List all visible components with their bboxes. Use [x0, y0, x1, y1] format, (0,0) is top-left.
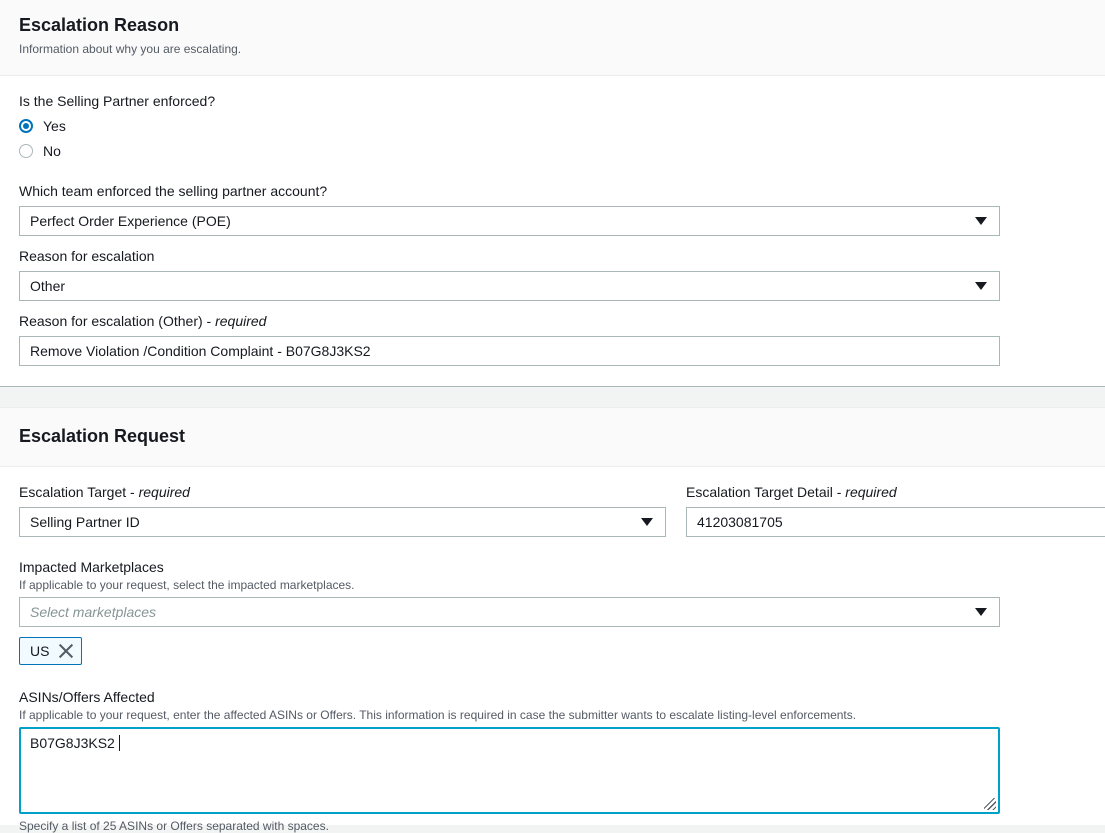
marketplaces-placeholder: Select marketplaces — [30, 604, 157, 620]
radio-option-no[interactable]: No — [19, 141, 61, 161]
target-detail-label-text: Escalation Target Detail — [686, 484, 833, 500]
marketplace-token-label: US — [30, 643, 50, 659]
escalation-request-header: Escalation Request — [0, 408, 1105, 467]
radio-yes-button[interactable] — [19, 119, 33, 133]
target-detail-label: Escalation Target Detail - required — [686, 484, 897, 500]
target-detail-input[interactable]: 41203081705 — [686, 507, 1105, 537]
resize-handle-icon[interactable] — [984, 798, 996, 810]
target-select-value: Selling Partner ID — [30, 514, 140, 530]
caret-down-icon — [975, 282, 987, 290]
required-marker: required — [845, 484, 897, 500]
required-marker: required — [138, 484, 190, 500]
marketplaces-hint: If applicable to your request, select th… — [19, 578, 355, 592]
enforced-question-label: Is the Selling Partner enforced? — [19, 93, 216, 109]
asins-textarea[interactable]: B07G8J3KS2 — [19, 727, 1000, 814]
radio-option-yes[interactable]: Yes — [19, 116, 66, 136]
escalation-reason-description: Information about why you are escalating… — [19, 42, 242, 56]
required-marker: required — [215, 313, 267, 329]
reason-label: Reason for escalation — [19, 248, 155, 264]
caret-down-icon — [975, 217, 987, 225]
target-detail-input-value: 41203081705 — [697, 514, 783, 530]
marketplaces-multiselect[interactable]: Select marketplaces — [19, 597, 1000, 627]
marketplace-token-us: US — [19, 637, 83, 665]
caret-down-icon — [641, 518, 653, 526]
asins-label: ASINs/Offers Affected — [19, 689, 155, 705]
team-select-value: Perfect Order Experience (POE) — [30, 213, 231, 229]
escalation-reason-title: Escalation Reason — [19, 15, 180, 35]
escalation-request-panel: Escalation Request Escalation Target - r… — [0, 407, 1105, 833]
marketplaces-label: Impacted Marketplaces — [19, 559, 164, 575]
reason-other-label: Reason for escalation (Other) - required — [19, 313, 267, 329]
caret-down-icon — [975, 608, 987, 616]
reason-other-input[interactable]: Remove Violation /Condition Complaint - … — [19, 336, 1000, 366]
reason-other-input-value: Remove Violation /Condition Complaint - … — [30, 343, 371, 359]
escalation-reason-header: Escalation Reason Information about why … — [0, 0, 1105, 76]
target-label-text: Escalation Target — [19, 484, 127, 500]
reason-select-value: Other — [30, 278, 66, 294]
asins-textarea-value: B07G8J3KS2 — [30, 735, 115, 751]
escalation-request-title: Escalation Request — [19, 426, 186, 446]
team-select[interactable]: Perfect Order Experience (POE) — [19, 206, 1000, 236]
asins-footer-hint: Specify a list of 25 ASINs or Offers sep… — [19, 819, 329, 833]
radio-no-button[interactable] — [19, 144, 33, 158]
reason-select[interactable]: Other — [19, 271, 1000, 301]
team-label: Which team enforced the selling partner … — [19, 183, 328, 199]
radio-no-label: No — [43, 143, 61, 159]
close-icon[interactable] — [59, 644, 73, 658]
target-select[interactable]: Selling Partner ID — [19, 507, 666, 537]
reason-other-label-text: Reason for escalation (Other) — [19, 313, 203, 329]
target-label: Escalation Target - required — [19, 484, 190, 500]
escalation-reason-panel: Escalation Reason Information about why … — [0, 0, 1105, 387]
asins-hint: If applicable to your request, enter the… — [19, 708, 857, 722]
text-cursor — [118, 735, 120, 751]
radio-yes-label: Yes — [43, 118, 66, 134]
